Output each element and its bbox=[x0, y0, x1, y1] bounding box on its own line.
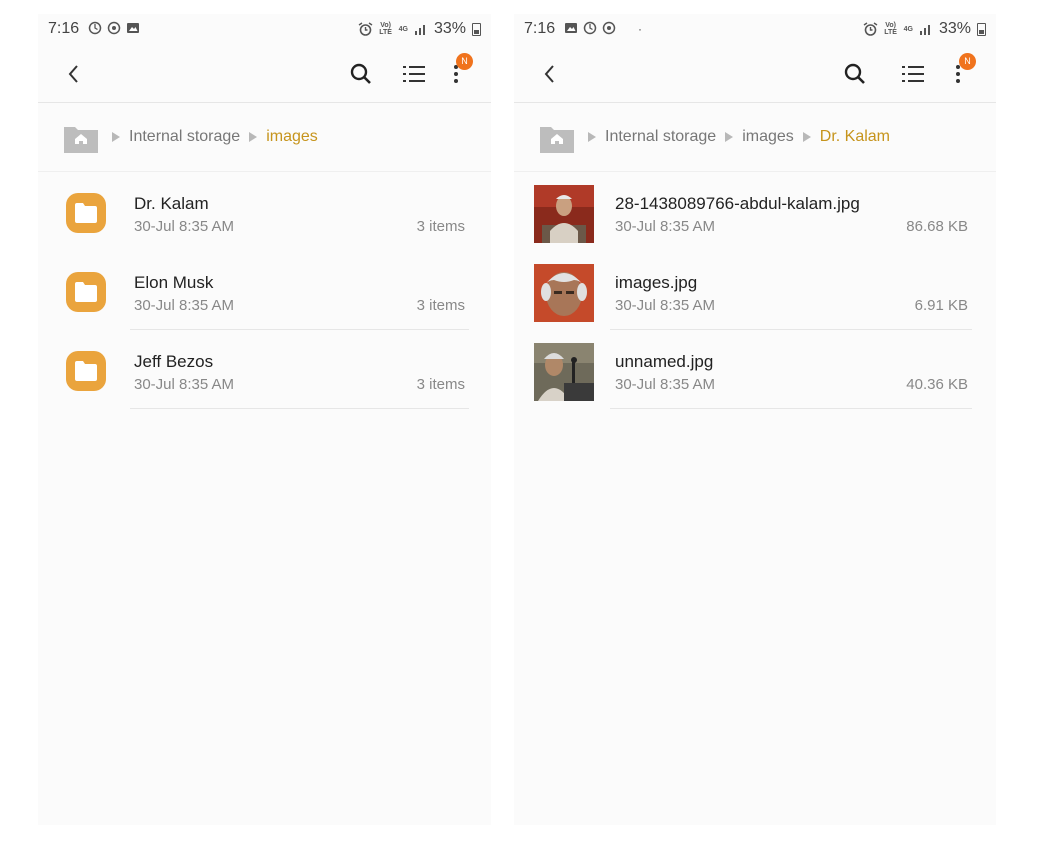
signal-icon bbox=[414, 25, 425, 35]
breadcrumb-path: Internal storage images bbox=[112, 128, 318, 146]
folder-icon bbox=[66, 351, 106, 391]
volte-indicator: Vo) LTE bbox=[884, 22, 897, 36]
back-arrow-icon[interactable] bbox=[538, 62, 562, 86]
battery-icon bbox=[472, 22, 481, 36]
file-row-unnamed-jpg[interactable]: unnamed.jpg 30-Jul 8:35 AM 40.36 KB bbox=[514, 330, 996, 409]
status-notification-icons bbox=[88, 21, 140, 35]
folder-date: 30-Jul 8:35 AM bbox=[134, 218, 235, 235]
notification-badge: N bbox=[456, 53, 473, 70]
breadcrumb-internal-storage[interactable]: Internal storage bbox=[129, 128, 240, 146]
search-icon[interactable] bbox=[842, 61, 868, 87]
status-dot: · bbox=[638, 22, 642, 36]
notification-badge: N bbox=[959, 53, 976, 70]
volte-indicator: Vo) LTE bbox=[379, 22, 392, 36]
image-thumbnail bbox=[534, 343, 594, 401]
breadcrumb-current-folder: Dr. Kalam bbox=[819, 128, 891, 145]
breadcrumb-arrow-icon bbox=[588, 132, 596, 142]
folder-name: Elon Musk bbox=[134, 273, 214, 292]
folder-name: Dr. Kalam bbox=[134, 194, 209, 213]
folder-icon bbox=[66, 193, 106, 233]
folder-row-jeff-bezos[interactable]: Jeff Bezos 30-Jul 8:35 AM 3 items bbox=[38, 330, 491, 409]
breadcrumb-arrow-icon bbox=[725, 132, 734, 142]
file-name: unnamed.jpg bbox=[615, 352, 714, 371]
folder-item-count: 3 items bbox=[416, 376, 465, 393]
gallery-icon bbox=[127, 23, 139, 33]
status-bar: 7:16 Vo) LTE 4G 33% bbox=[38, 14, 491, 44]
signal-icon bbox=[919, 25, 930, 35]
file-date: 30-Jul 8:35 AM bbox=[615, 376, 716, 393]
home-folder-icon[interactable] bbox=[540, 123, 574, 153]
sync-icon bbox=[583, 21, 597, 35]
status-system-icons: Vo) LTE 4G 33% bbox=[863, 20, 986, 38]
row-divider bbox=[130, 408, 469, 409]
folder-row-dr-kalam[interactable]: Dr. Kalam 30-Jul 8:35 AM 3 items bbox=[38, 172, 491, 251]
alarm-icon bbox=[863, 22, 878, 36]
breadcrumb: Internal storage images Dr. Kalam bbox=[514, 103, 996, 172]
file-size: 86.68 KB bbox=[906, 218, 968, 235]
gallery-icon bbox=[565, 23, 577, 33]
file-size: 6.91 KB bbox=[914, 297, 968, 314]
folder-name: Jeff Bezos bbox=[134, 352, 214, 371]
left-screen: 7:16 Vo) LTE 4G 33% N Internal storage i… bbox=[38, 14, 491, 825]
breadcrumb-internal-storage[interactable]: Internal storage bbox=[605, 128, 716, 146]
whatsapp-icon bbox=[602, 21, 616, 35]
list-view-icon[interactable] bbox=[900, 61, 926, 87]
file-row-images-jpg[interactable]: images.jpg 30-Jul 8:35 AM 6.91 KB bbox=[514, 251, 996, 330]
toolbar: N bbox=[514, 52, 996, 103]
breadcrumb-arrow-icon bbox=[802, 132, 811, 142]
battery-percent: 33% bbox=[938, 20, 971, 37]
battery-icon bbox=[977, 22, 986, 36]
alarm-icon bbox=[358, 22, 373, 36]
file-date: 30-Jul 8:35 AM bbox=[615, 297, 716, 314]
folder-item-count: 3 items bbox=[416, 297, 465, 314]
sync-icon bbox=[88, 21, 102, 35]
home-folder-icon[interactable] bbox=[64, 123, 98, 153]
row-divider bbox=[610, 408, 972, 409]
right-screen: 7:16 · Vo) LTE 4G 33% N Internal storage… bbox=[514, 14, 996, 825]
status-time: 7:16 bbox=[524, 20, 556, 37]
battery-percent: 33% bbox=[433, 20, 466, 37]
toolbar: N bbox=[38, 52, 491, 103]
network-type-indicator: 4G bbox=[903, 25, 913, 33]
folder-row-elon-musk[interactable]: Elon Musk 30-Jul 8:35 AM 3 items bbox=[38, 251, 491, 330]
whatsapp-icon bbox=[107, 21, 121, 35]
folder-item-count: 3 items bbox=[416, 218, 465, 235]
folder-date: 30-Jul 8:35 AM bbox=[134, 376, 235, 393]
breadcrumb-images[interactable]: images bbox=[742, 128, 794, 146]
status-notification-icons bbox=[564, 21, 616, 35]
file-name: 28-1438089766-abdul-kalam.jpg bbox=[615, 194, 860, 213]
folder-list: Dr. Kalam 30-Jul 8:35 AM 3 items Elon Mu… bbox=[38, 172, 491, 409]
file-list: 28-1438089766-abdul-kalam.jpg 30-Jul 8:3… bbox=[514, 172, 996, 409]
search-icon[interactable] bbox=[348, 61, 374, 87]
list-view-icon[interactable] bbox=[401, 61, 427, 87]
breadcrumb: Internal storage images bbox=[38, 103, 491, 172]
status-system-icons: Vo) LTE 4G 33% bbox=[358, 20, 481, 38]
network-type-indicator: 4G bbox=[398, 25, 408, 33]
status-time: 7:16 bbox=[48, 20, 80, 37]
status-bar: 7:16 · Vo) LTE 4G 33% bbox=[514, 14, 996, 44]
image-thumbnail bbox=[534, 185, 594, 243]
breadcrumb-current-folder: images bbox=[266, 128, 318, 145]
file-name: images.jpg bbox=[615, 273, 698, 292]
file-size: 40.36 KB bbox=[906, 376, 968, 393]
image-thumbnail bbox=[534, 264, 594, 322]
breadcrumb-arrow-icon bbox=[249, 132, 258, 142]
back-arrow-icon[interactable] bbox=[62, 62, 86, 86]
breadcrumb-arrow-icon bbox=[112, 132, 120, 142]
breadcrumb-path: Internal storage images Dr. Kalam bbox=[588, 128, 890, 146]
folder-icon bbox=[66, 272, 106, 312]
folder-date: 30-Jul 8:35 AM bbox=[134, 297, 235, 314]
file-date: 30-Jul 8:35 AM bbox=[615, 218, 716, 235]
file-row-abdul-kalam-jpg[interactable]: 28-1438089766-abdul-kalam.jpg 30-Jul 8:3… bbox=[514, 172, 996, 251]
